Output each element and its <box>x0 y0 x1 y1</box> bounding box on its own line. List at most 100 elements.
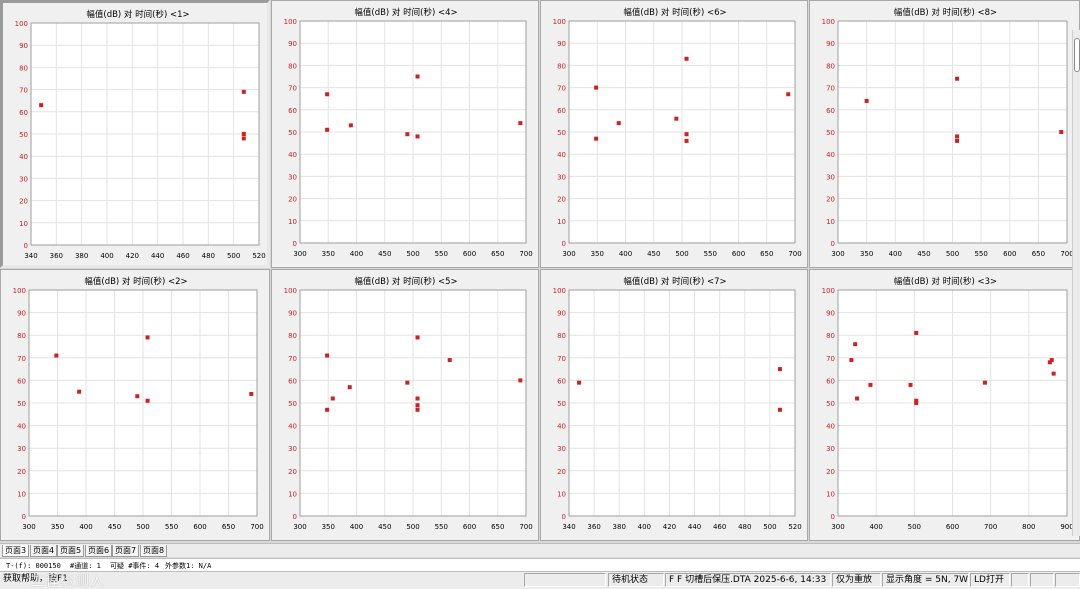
data-point[interactable] <box>415 403 420 408</box>
data-point[interactable] <box>594 136 599 141</box>
data-point[interactable] <box>777 407 782 412</box>
x-tick-label: 440 <box>688 523 701 531</box>
chart-panel-5[interactable]: 幅值(dB) 对 时间(秒) <2> 0 10 20 30 40 50 60 70 80 90 100… <box>0 269 270 541</box>
x-tick-label: 480 <box>738 523 751 531</box>
data-point[interactable] <box>447 358 452 363</box>
data-point[interactable] <box>786 92 791 97</box>
data-point[interactable] <box>415 407 420 412</box>
chart-panel-3[interactable]: 幅值(dB) 对 时间(秒) <6> 0 10 20 30 40 50 60 70 80 90 100… <box>540 0 808 268</box>
tab-page8[interactable]: 页面8 <box>140 545 168 557</box>
chart-panel-8[interactable]: 幅值(dB) 对 时间(秒) <3> 0 10 20 30 40 50 60 70 80 90 100… <box>809 269 1080 541</box>
chart-panel-2[interactable]: 幅值(dB) 对 时间(秒) <4> 0 10 20 30 40 50 60 70 80 90 100… <box>271 0 539 268</box>
tab-page3[interactable]: 页面3 <box>2 545 30 557</box>
data-point[interactable] <box>577 380 582 385</box>
data-point[interactable] <box>415 335 420 340</box>
x-tick-label: 400 <box>350 523 363 531</box>
y-tick-label: 100 <box>284 18 297 26</box>
y-tick-label: 80 <box>557 332 566 340</box>
data-point[interactable] <box>1059 130 1064 134</box>
data-point[interactable] <box>39 103 44 108</box>
chart-panel-4[interactable]: 幅值(dB) 对 时间(秒) <8> 0 10 20 30 40 50 60 70 80 90 100… <box>809 0 1080 268</box>
y-tick-label: 70 <box>557 355 566 363</box>
data-point[interactable] <box>1051 371 1056 376</box>
data-point[interactable] <box>77 389 82 394</box>
data-point[interactable] <box>594 85 599 90</box>
y-tick-label: 50 <box>826 400 835 408</box>
data-point[interactable] <box>415 396 420 401</box>
status-angle: 显示角度 = 5N, 7W <box>882 573 969 587</box>
data-point[interactable] <box>135 394 140 399</box>
data-point[interactable] <box>684 56 689 61</box>
data-point[interactable] <box>955 134 960 139</box>
y-tick-label: 90 <box>17 310 26 318</box>
data-point[interactable] <box>241 136 246 141</box>
x-tick-label: 400 <box>889 250 902 258</box>
data-point[interactable] <box>330 396 335 401</box>
data-point[interactable] <box>955 76 960 81</box>
data-point[interactable] <box>674 116 679 121</box>
data-point[interactable] <box>982 380 987 385</box>
data-point[interactable] <box>54 353 59 358</box>
y-tick-label: 70 <box>557 85 566 93</box>
tab-page4[interactable]: 页面4 <box>30 545 58 557</box>
y-tick-label: 50 <box>826 129 835 137</box>
chart-panel-7[interactable]: 幅值(dB) 对 时间(秒) <7> 0 10 20 30 40 50 60 70 80 90 100… <box>540 269 808 541</box>
y-tick-label: 10 <box>826 490 835 498</box>
x-tick-label: 500 <box>406 250 419 258</box>
y-tick-label: 90 <box>826 40 835 48</box>
x-tick-label: 500 <box>763 523 776 531</box>
data-point[interactable] <box>853 342 858 347</box>
data-point[interactable] <box>405 132 410 137</box>
x-tick-label: 450 <box>378 250 391 258</box>
data-point[interactable] <box>249 391 254 396</box>
data-point[interactable] <box>868 382 873 387</box>
y-tick-label: 10 <box>19 220 28 228</box>
data-point[interactable] <box>684 132 689 137</box>
data-point[interactable] <box>616 121 621 126</box>
y-tick-label: 60 <box>826 107 835 115</box>
data-point[interactable] <box>145 335 150 340</box>
y-tick-label: 0 <box>831 240 835 248</box>
x-tick-label: 420 <box>663 523 676 531</box>
data-point[interactable] <box>415 74 420 79</box>
x-tick-label: 600 <box>463 523 476 531</box>
data-point[interactable] <box>955 138 960 143</box>
x-tick-label: 600 <box>946 523 959 531</box>
data-point[interactable] <box>518 378 523 383</box>
data-point[interactable] <box>849 358 854 363</box>
tab-page7[interactable]: 页面7 <box>112 545 140 557</box>
y-tick-label: 30 <box>19 175 28 183</box>
chart-svg: 幅值(dB) 对 时间(秒) <4> 0 10 20 30 40 50 60 70 80 90 100… <box>284 7 533 258</box>
data-point[interactable] <box>348 123 353 128</box>
data-point[interactable] <box>914 330 919 335</box>
chart-panel-6[interactable]: 幅值(dB) 对 时间(秒) <5> 0 10 20 30 40 50 60 70 80 90 100… <box>271 269 539 541</box>
data-point[interactable] <box>325 353 330 358</box>
y-tick-label: 60 <box>19 109 28 117</box>
y-tick-label: 20 <box>288 196 297 204</box>
chart-panel-1[interactable]: 幅值(dB) 对 时间(秒) <1> 0 10 20 30 40 50 60 70 80 90 100… <box>0 0 270 268</box>
data-point[interactable] <box>415 134 420 139</box>
data-point[interactable] <box>777 367 782 372</box>
data-point[interactable] <box>914 401 919 405</box>
data-point[interactable] <box>405 380 410 385</box>
x-tick-label: 340 <box>562 523 575 531</box>
data-point[interactable] <box>908 382 913 387</box>
data-point[interactable] <box>325 92 330 97</box>
data-point[interactable] <box>347 385 352 390</box>
data-point[interactable] <box>1049 358 1054 363</box>
data-point[interactable] <box>241 132 246 136</box>
data-point[interactable] <box>684 138 689 143</box>
vertical-scrollbar[interactable] <box>1072 30 1080 536</box>
data-point[interactable] <box>145 398 150 403</box>
y-tick-label: 10 <box>826 218 835 226</box>
data-point[interactable] <box>325 407 330 412</box>
data-point[interactable] <box>325 127 330 132</box>
data-point[interactable] <box>855 396 860 401</box>
watermark-text: 工程检测人 <box>30 574 105 589</box>
scrollbar-thumb[interactable] <box>1074 38 1080 72</box>
tab-page5[interactable]: 页面5 <box>57 545 85 557</box>
data-point[interactable] <box>518 121 523 126</box>
data-point[interactable] <box>241 89 246 94</box>
data-point[interactable] <box>864 98 869 103</box>
tab-page6[interactable]: 页面6 <box>85 545 113 557</box>
